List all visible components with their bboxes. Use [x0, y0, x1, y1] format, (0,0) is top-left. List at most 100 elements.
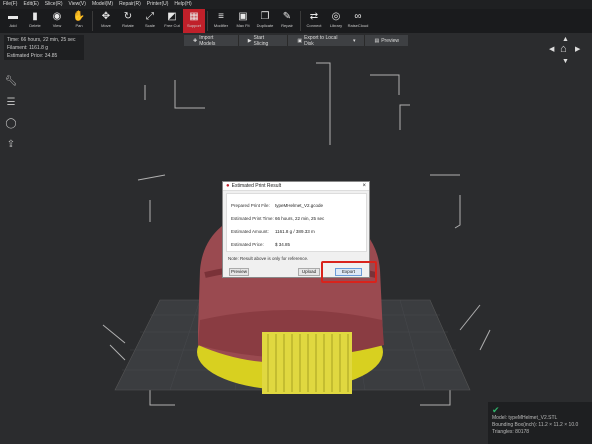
check-icon: ✔ — [492, 405, 500, 415]
menu-slice[interactable]: Slice(R) — [45, 0, 63, 9]
tool-label: Duplicate — [256, 23, 274, 28]
move-icon: ✥ — [101, 11, 111, 22]
tool-label: Pan — [75, 23, 83, 28]
arrow-up-icon[interactable]: ▲ — [562, 36, 569, 43]
chevron-down-icon[interactable]: ▾ — [353, 38, 356, 44]
library-icon: ◎ — [331, 11, 341, 22]
import-models-button[interactable]: ✚ Import Models — [184, 35, 239, 47]
tool-view[interactable]: ◉ View — [46, 9, 68, 33]
stats-time: Time: 66 hours, 22 min, 25 sec — [7, 37, 76, 43]
eye-icon: ◉ — [52, 11, 62, 22]
stats-filament: Filament: 1161.8 g — [7, 45, 49, 51]
dialog-title: Estimated Print Result — [231, 183, 282, 189]
start-slicing-button[interactable]: ▶ Start Slicing — [239, 35, 289, 47]
tool-label: Move — [101, 23, 111, 28]
tool-label: Rotate — [122, 23, 134, 28]
tool-label: Delete — [29, 23, 41, 28]
arrow-down-icon[interactable]: ▼ — [562, 58, 569, 65]
slice-action-bar: ✚ Import Models ▶ Start Slicing ▣ Export to… — [184, 35, 408, 47]
printer-icon: ▤ — [374, 37, 380, 44]
toolbar-separator — [207, 11, 208, 31]
left-navigation: 🔧︎ ☰ ◯ ⇪ — [4, 75, 18, 159]
tool-label: Free Cut — [164, 23, 180, 28]
duplicate-icon: ❐ — [260, 11, 270, 22]
tool-duplicate[interactable]: ❐ Duplicate — [254, 9, 276, 33]
tool-repair[interactable]: ✎ Repair — [276, 9, 298, 33]
scale-icon: ⤢ — [146, 11, 154, 22]
print-stats-panel: Time: 66 hours, 22 min, 25 sec Filament:… — [4, 35, 84, 60]
price-row: Estimated Price: $ 34.85 — [231, 242, 291, 247]
menu-help[interactable]: Help(H) — [174, 0, 191, 9]
dialog-note: Note: Result above is only for reference… — [228, 256, 309, 261]
wrench-icon: ✎ — [282, 11, 292, 22]
play-circle-icon[interactable]: ◯ — [4, 117, 18, 131]
tool-label: Connect — [306, 23, 322, 28]
tool-support[interactable]: ▦ Support — [183, 9, 205, 33]
cloud-icon: ∞ — [354, 11, 362, 22]
sliders-icon: ≡ — [218, 11, 224, 22]
model-triangles: Triangles: 80178 — [492, 429, 530, 435]
save-icon: ▣ — [297, 37, 303, 44]
menu-printer[interactable]: Printer(U) — [147, 0, 169, 9]
view-navigation-control[interactable]: ▲ ◀ ⌂ ▶ ▼ — [546, 36, 584, 74]
tool-library[interactable]: ◎ Library — [325, 9, 347, 33]
tool-connect[interactable]: ⇄ Connect — [303, 9, 325, 33]
tool-scale[interactable]: ⤢ Scale — [139, 9, 161, 33]
model-name: Model: typeMHelmet_V2.STL — [492, 415, 558, 421]
model-info-panel: ✔ Model: typeMHelmet_V2.STL Bounding Box… — [488, 402, 592, 444]
tool-rotate[interactable]: ↻ Rotate — [117, 9, 139, 33]
tool-max-fit[interactable]: ▣ Max Fit — [232, 9, 254, 33]
connect-icon: ⇄ — [309, 11, 319, 22]
print-time-row: Estimated Print Time: 66 hours, 22 min, 2… — [231, 216, 325, 221]
hand-icon: ✋ — [72, 11, 86, 22]
dialog-preview-button[interactable]: Preview — [229, 268, 249, 276]
app-logo-icon: ● — [226, 183, 230, 189]
tool-label: Modifier — [213, 23, 229, 28]
menu-repair[interactable]: Repair(R) — [119, 0, 141, 9]
tool-label: Max Fit — [236, 23, 250, 28]
tool-label: View — [52, 23, 62, 28]
plus-icon: ✚ — [193, 37, 198, 44]
max-fit-icon: ▣ — [238, 11, 248, 22]
tool-label: Repair — [281, 23, 293, 28]
tool-free-cut[interactable]: ◩ Free Cut — [161, 9, 183, 33]
prepared-file-row: Prepared Print File: typeMHelmet_V2.gcode — [231, 203, 324, 208]
tool-label: RaiseCloud — [347, 23, 369, 28]
menu-edit[interactable]: Edit(E) — [23, 0, 38, 9]
tool-move[interactable]: ✥ Move — [95, 9, 117, 33]
tool-label: Support — [186, 23, 201, 28]
export-local-disk-button[interactable]: ▣ Export to Local Disk ▾ — [288, 35, 366, 47]
tool-label: Scale — [144, 23, 155, 28]
dialog-titlebar: ● Estimated Print Result × — [223, 182, 369, 191]
share-icon[interactable]: ⇪ — [4, 138, 18, 152]
model-bounding-box: Bounding Box(inch): 11.2 × 11.2 × 10.0 — [492, 422, 579, 428]
toolbar-separator — [92, 11, 93, 31]
folder-icon: ▬ — [8, 11, 18, 22]
list-icon[interactable]: ☰ — [4, 96, 18, 110]
support-icon: ▦ — [189, 11, 199, 22]
close-icon[interactable]: × — [362, 182, 366, 191]
tool-raisecloud[interactable]: ∞ RaiseCloud — [347, 9, 369, 33]
trash-icon: ▮ — [32, 11, 38, 22]
play-icon: ▶ — [247, 37, 252, 44]
menu-model[interactable]: Model(M) — [92, 0, 113, 9]
menu-file[interactable]: File(F) — [3, 0, 17, 9]
home-icon[interactable]: ⌂ — [560, 44, 567, 55]
tool-label: Add — [9, 23, 17, 28]
tool-delete[interactable]: ▮ Delete — [24, 9, 46, 33]
arrow-left-icon[interactable]: ◀ — [549, 46, 554, 53]
preview-button[interactable]: ▤ Preview — [365, 35, 408, 46]
menu-view[interactable]: View(V) — [69, 0, 86, 9]
cut-icon: ◩ — [167, 11, 177, 22]
dialog-upload-button[interactable]: Upload — [298, 268, 320, 276]
amount-row: Estimated Amount: 1161.8 g / 389.33 m — [231, 229, 315, 234]
arrow-right-icon[interactable]: ▶ — [575, 46, 580, 53]
tool-modifier[interactable]: ≡ Modifier — [210, 9, 232, 33]
wrench-icon[interactable]: 🔧︎ — [4, 75, 18, 89]
tool-label: Library — [329, 23, 343, 28]
tool-add[interactable]: ▬ Add — [2, 9, 24, 33]
rotate-icon: ↻ — [123, 11, 133, 22]
tool-pan[interactable]: ✋ Pan — [68, 9, 90, 33]
export-highlight-box — [321, 261, 377, 283]
stats-price: Estimated Price: 34.85 — [7, 53, 58, 59]
